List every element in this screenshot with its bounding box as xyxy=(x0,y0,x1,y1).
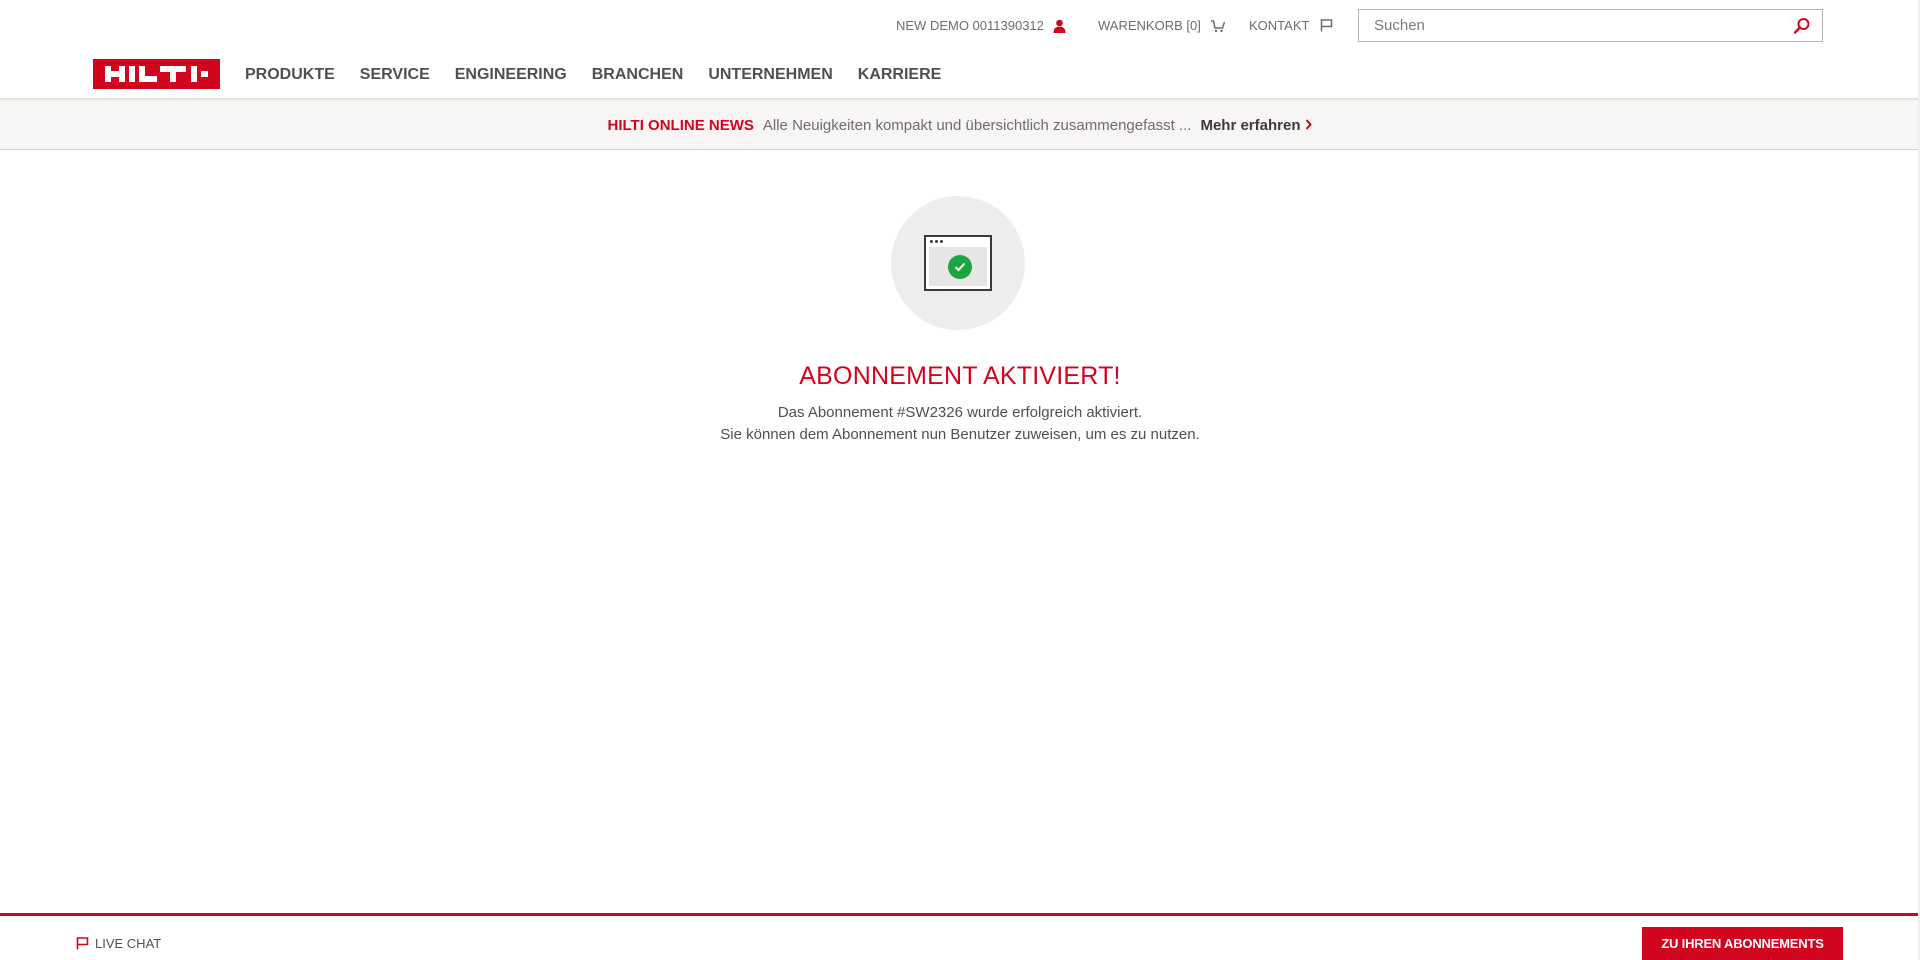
contact-link[interactable]: KONTAKT xyxy=(1249,18,1333,33)
page-title: ABONNEMENT AKTIVIERT! xyxy=(799,362,1121,390)
sticky-footer: LIVE CHAT ZU IHREN ABONNEMENTS xyxy=(0,916,1920,960)
user-icon xyxy=(1053,19,1066,33)
window-dot xyxy=(930,240,933,243)
browser-window-check-icon xyxy=(924,235,992,291)
utility-bar: NEW DEMO 0011390312 WARENKORB [0] KONTAK… xyxy=(0,0,1920,50)
news-text: Alle Neuigkeiten kompakt und übersichtli… xyxy=(762,116,1192,134)
hilti-wordmark-icon xyxy=(105,66,208,82)
chevron-right-icon xyxy=(1305,117,1313,134)
window-dot xyxy=(940,240,943,243)
contact-label: KONTAKT xyxy=(1249,18,1310,33)
news-more-link[interactable]: Mehr erfahren xyxy=(1200,116,1313,134)
success-message-line1: Das Abonnement #SW2326 wurde erfolgreich… xyxy=(777,404,1143,421)
flag-icon xyxy=(1320,19,1333,32)
subscriptions-button[interactable]: ZU IHREN ABONNEMENTS xyxy=(1642,927,1843,960)
live-chat-link[interactable]: LIVE CHAT xyxy=(76,936,161,951)
news-banner: HILTI ONLINE NEWS Alle Neuigkeiten kompa… xyxy=(0,101,1920,150)
nav-item-branchen[interactable]: BRANCHEN xyxy=(592,66,684,84)
flag-icon xyxy=(76,937,89,950)
search-input[interactable] xyxy=(1359,10,1779,41)
cart-icon xyxy=(1210,19,1226,33)
nav-item-karriere[interactable]: KARRIERE xyxy=(858,66,942,84)
cart-link[interactable]: WARENKORB [0] xyxy=(1098,18,1226,33)
nav-item-unternehmen[interactable]: UNTERNEHMEN xyxy=(708,66,832,84)
live-chat-label: LIVE CHAT xyxy=(95,936,162,951)
news-title: HILTI ONLINE NEWS xyxy=(607,116,754,134)
success-message-line2: Sie können dem Abonnement nun Benutzer z… xyxy=(720,426,1200,443)
window-dot xyxy=(935,240,938,243)
account-label: NEW DEMO 0011390312 xyxy=(896,18,1044,33)
status-icon-circle xyxy=(891,196,1025,330)
main-nav: PRODUKTE SERVICE ENGINEERING BRANCHEN UN… xyxy=(245,66,966,84)
news-more-label: Mehr erfahren xyxy=(1200,116,1301,134)
nav-item-engineering[interactable]: ENGINEERING xyxy=(455,66,567,84)
nav-item-produkte[interactable]: PRODUKTE xyxy=(245,66,335,84)
hilti-logo[interactable] xyxy=(93,59,220,89)
search-icon[interactable] xyxy=(1792,16,1812,36)
cart-label: WARENKORB [0] xyxy=(1098,18,1201,33)
nav-item-service[interactable]: SERVICE xyxy=(360,66,430,84)
check-icon xyxy=(948,255,972,279)
search-box xyxy=(1358,9,1823,42)
account-link[interactable]: NEW DEMO 0011390312 xyxy=(896,18,1066,33)
